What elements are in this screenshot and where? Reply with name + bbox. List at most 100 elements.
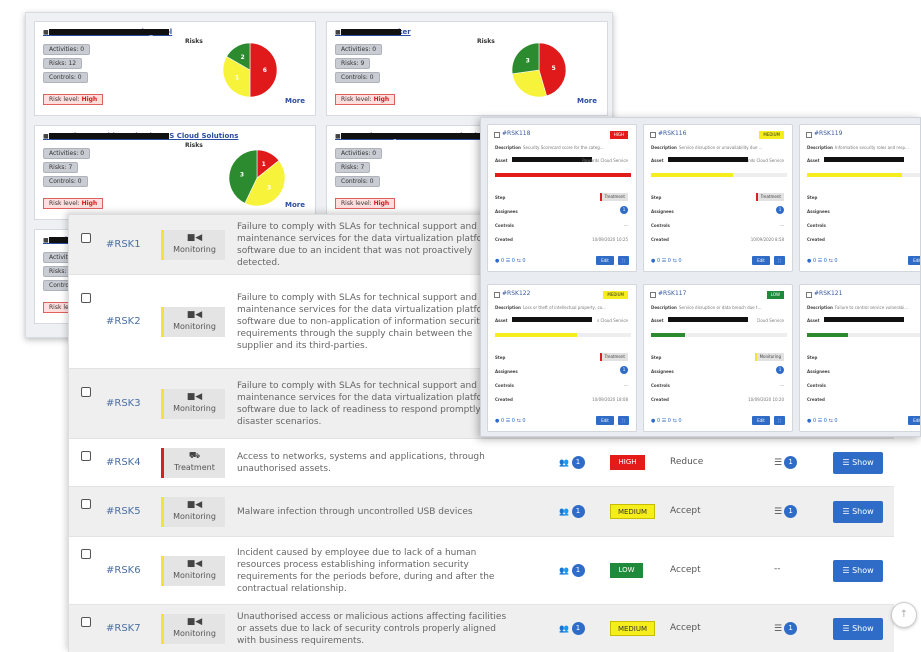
description-label: Description	[807, 305, 833, 310]
risk-id[interactable]: #RSK7	[106, 623, 141, 634]
card-risk-id[interactable]: #RSK122	[502, 290, 530, 297]
asset-label: Asset	[495, 158, 508, 163]
more-link[interactable]: More	[577, 97, 597, 105]
video-camera-icon: ■◀	[186, 310, 203, 320]
status-label: Monitoring	[173, 629, 216, 638]
card-risk-id[interactable]: #RSK121	[814, 290, 842, 297]
risks-chart-label: Risks	[477, 38, 495, 45]
description-label: Description	[807, 145, 833, 150]
description-label: Description	[495, 145, 521, 150]
card-risk-id[interactable]: #RSK117	[658, 290, 686, 297]
risk-level-bar-fill	[495, 333, 577, 337]
scroll-to-top-button[interactable]: ↑	[891, 602, 917, 628]
edit-button[interactable]: Edit	[908, 256, 920, 265]
risk-description: Incident caused by employee due to lack …	[237, 548, 495, 594]
expand-icon[interactable]: ⛶	[618, 256, 629, 265]
card-checkbox[interactable]	[494, 132, 500, 138]
assignees-label: Assignees	[807, 369, 830, 374]
expand-icon[interactable]: ⛶	[774, 416, 785, 425]
risk-level-badge: Risk level: High	[43, 94, 104, 105]
assignees-badge: 1	[571, 564, 585, 577]
activities-chip: Activities: 0	[335, 44, 383, 55]
video-camera-icon: ■◀	[186, 500, 203, 510]
row-checkbox[interactable]	[81, 233, 91, 243]
assignees-count[interactable]: 👥 1	[559, 564, 585, 577]
risk-cards-panel: #RSK118 HIGH Description Security Scorecard…	[480, 117, 921, 437]
status-box: ■◀ Monitoring	[161, 307, 225, 337]
created-label: Created	[651, 237, 669, 242]
risk-level-bar	[651, 173, 787, 177]
show-button-label: Show	[852, 458, 874, 467]
controls-chip: Controls: 0	[43, 72, 88, 83]
controls-count[interactable]: --	[774, 564, 781, 574]
show-button-label: Show	[852, 507, 874, 516]
row-checkbox[interactable]	[81, 451, 91, 461]
redaction-bar	[668, 157, 748, 162]
card-checkbox[interactable]	[806, 292, 812, 298]
redaction-bar	[512, 157, 592, 162]
card-created: 10/09/2020 10:20	[748, 397, 784, 402]
card-checkbox[interactable]	[806, 132, 812, 138]
card-risk-id[interactable]: #RSK116	[658, 130, 686, 137]
show-button-label: Show	[852, 566, 874, 575]
activities-chip: Activities: 0	[335, 148, 383, 159]
asset-label: Asset	[495, 318, 508, 323]
controls-count[interactable]: ☰ 1	[774, 622, 798, 635]
show-button[interactable]: ☰ Show	[833, 452, 883, 474]
risk-id[interactable]: #RSK6	[106, 565, 141, 576]
controls-badge: 1	[784, 505, 798, 518]
controls-count[interactable]: ☰ 1	[774, 505, 798, 518]
created-label: Created	[495, 237, 513, 242]
controls-label: Controls	[807, 383, 826, 388]
edit-button[interactable]: Edit	[596, 256, 614, 265]
users-icon: 👥	[559, 458, 572, 467]
row-checkbox[interactable]	[81, 499, 91, 509]
risk-id[interactable]: #RSK1	[106, 239, 141, 250]
status-label: Monitoring	[173, 571, 216, 580]
edit-button[interactable]: Edit	[752, 256, 770, 265]
risk-id[interactable]: #RSK3	[106, 398, 141, 409]
card-created: 10/09/2020 8:58	[750, 237, 784, 242]
redaction-bar	[512, 317, 592, 322]
edit-button[interactable]: Edit	[752, 416, 770, 425]
card-risk-id[interactable]: #RSK119	[814, 130, 842, 137]
card-description: Information security roles and resp...	[835, 145, 909, 150]
expand-icon[interactable]: ⛶	[618, 416, 629, 425]
asset-label: Asset	[651, 318, 664, 323]
description-label: Description	[651, 145, 677, 150]
row-checkbox[interactable]	[81, 549, 91, 559]
risk-id[interactable]: #RSK5	[106, 506, 141, 517]
row-checkbox[interactable]	[81, 293, 91, 303]
risk-level-value: High	[81, 200, 98, 207]
video-camera-icon: ■◀	[186, 617, 203, 627]
row-checkbox[interactable]	[81, 387, 91, 397]
card-checkbox[interactable]	[650, 292, 656, 298]
status-box: ■◀ Monitoring	[161, 230, 225, 260]
table-row: #RSK5 ■◀ Monitoring Malware infection throu…	[69, 487, 894, 537]
row-checkbox[interactable]	[81, 617, 91, 627]
assignees-count[interactable]: 👥 1	[559, 505, 585, 518]
show-button[interactable]: ☰ Show	[833, 618, 883, 640]
step-label: Step	[495, 195, 506, 200]
card-checkbox[interactable]	[650, 132, 656, 138]
risk-id[interactable]: #RSK2	[106, 316, 141, 327]
more-link[interactable]: More	[285, 97, 305, 105]
assignees-count[interactable]: 👥 1	[559, 456, 585, 469]
controls-chip: Controls: 0	[43, 176, 88, 187]
card-risk-id[interactable]: #RSK118	[502, 130, 530, 137]
risk-level-bar-fill	[807, 333, 848, 337]
status-box: ■◀ Monitoring	[161, 614, 225, 644]
edit-button[interactable]: Edit	[908, 416, 920, 425]
assignees-count[interactable]: 👥 1	[559, 622, 585, 635]
redaction-bar	[824, 157, 904, 162]
controls-count[interactable]: ☰ 1	[774, 456, 798, 469]
edit-button[interactable]: Edit	[596, 416, 614, 425]
show-button[interactable]: ☰ Show	[833, 560, 883, 582]
show-button[interactable]: ☰ Show	[833, 501, 883, 523]
risk-description: Failure to comply with SLAs for technica…	[237, 381, 495, 427]
card-checkbox[interactable]	[494, 292, 500, 298]
list-icon: ☰	[774, 624, 783, 634]
more-link[interactable]: More	[285, 201, 305, 209]
risk-id[interactable]: #RSK4	[106, 457, 141, 468]
expand-icon[interactable]: ⛶	[774, 256, 785, 265]
